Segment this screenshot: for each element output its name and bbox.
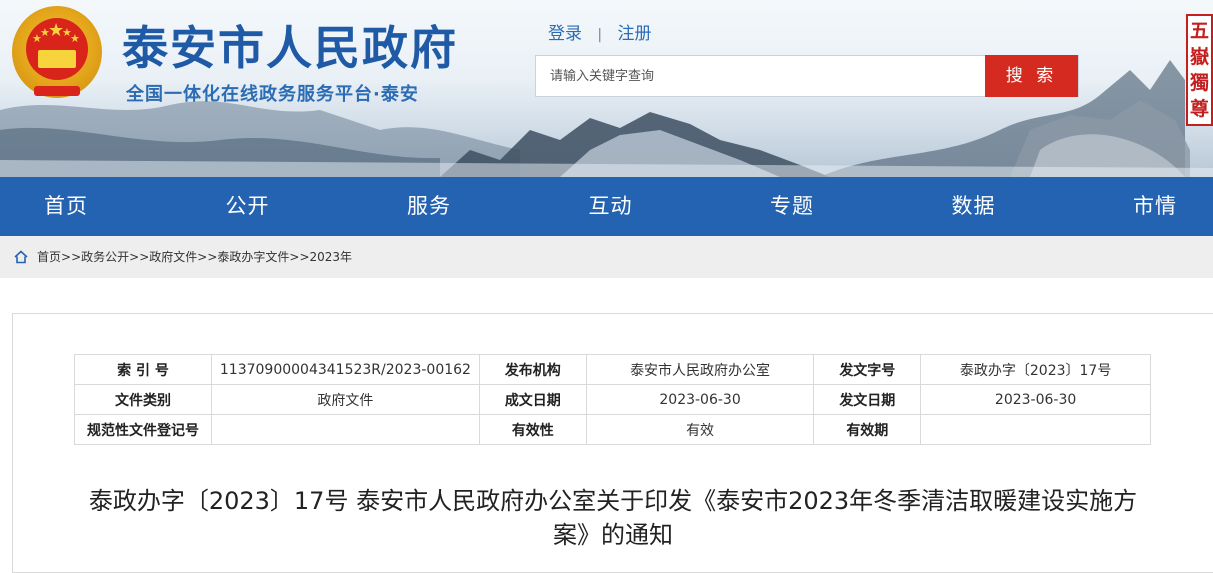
breadcrumb-office-documents[interactable]: 泰政办字文件 bbox=[217, 236, 289, 278]
meta-value-category: 政府文件 bbox=[210, 384, 480, 415]
meta-label-document-number: 发文字号 bbox=[813, 354, 922, 385]
meta-value-index-number: 11370900004341523R/2023-00162 bbox=[210, 354, 480, 385]
nav-item-public[interactable]: 公开 bbox=[226, 177, 270, 236]
search-input[interactable] bbox=[536, 56, 986, 96]
search-box: 搜 索 bbox=[535, 55, 1079, 97]
breadcrumb: 首页 >> 政务公开 >> 政府文件 >> 泰政办字文件 >> 2023年 bbox=[0, 236, 1213, 278]
meta-label-issue-date: 发文日期 bbox=[813, 384, 922, 415]
meta-label-registration-number: 规范性文件登记号 bbox=[74, 414, 212, 445]
meta-label-category: 文件类别 bbox=[74, 384, 212, 415]
breadcrumb-separator: >> bbox=[289, 250, 310, 264]
document-title: 泰政办字〔2023〕17号 泰安市人民政府办公室关于印发《泰安市2023年冬季清… bbox=[88, 487, 1138, 549]
nav-item-city-info[interactable]: 市情 bbox=[1133, 177, 1177, 236]
breadcrumb-separator: >> bbox=[197, 250, 218, 264]
nav-item-data[interactable]: 数据 bbox=[952, 177, 996, 236]
search-button[interactable]: 搜 索 bbox=[985, 55, 1078, 97]
document-meta-table: 索 引 号 11370900004341523R/2023-00162 发布机构… bbox=[74, 354, 1151, 445]
site-subtitle: 全国一体化在线政务服务平台·泰安 bbox=[126, 84, 419, 105]
nav-item-service[interactable]: 服务 bbox=[407, 177, 451, 236]
breadcrumb-year[interactable]: 2023年 bbox=[310, 236, 353, 278]
table-row: 索 引 号 11370900004341523R/2023-00162 发布机构… bbox=[74, 354, 1151, 385]
table-row: 文件类别 政府文件 成文日期 2023-06-30 发文日期 2023-06-3… bbox=[74, 384, 1151, 415]
breadcrumb-gov-documents[interactable]: 政府文件 bbox=[149, 236, 197, 278]
calligraphy-seal: 五嶽獨尊 bbox=[1186, 14, 1213, 126]
nav-item-topics[interactable]: 专题 bbox=[770, 177, 814, 236]
breadcrumb-gov-affairs[interactable]: 政务公开 bbox=[81, 236, 129, 278]
meta-value-registration-number bbox=[210, 414, 480, 445]
meta-value-validity: 有效 bbox=[585, 414, 815, 445]
register-link[interactable]: 注册 bbox=[618, 19, 652, 44]
home-icon bbox=[14, 250, 28, 264]
meta-label-written-date: 成文日期 bbox=[478, 384, 587, 415]
national-emblem-icon: ★ ★ ★ ★ ★ bbox=[12, 6, 102, 98]
auth-links: 登录 | 注册 bbox=[548, 19, 652, 44]
meta-label-index-number: 索 引 号 bbox=[74, 354, 212, 385]
meta-value-validity-period bbox=[920, 414, 1151, 445]
login-link[interactable]: 登录 bbox=[548, 19, 582, 44]
meta-value-written-date: 2023-06-30 bbox=[585, 384, 815, 415]
breadcrumb-separator: >> bbox=[61, 250, 82, 264]
meta-value-publisher: 泰安市人民政府办公室 bbox=[585, 354, 815, 385]
site-header: ★ ★ ★ ★ ★ 泰安市人民政府 全国一体化在线政务服务平台·泰安 登录 | … bbox=[0, 0, 1213, 177]
breadcrumb-separator: >> bbox=[129, 250, 150, 264]
site-title[interactable]: 泰安市人民政府 bbox=[122, 12, 458, 78]
nav-item-home[interactable]: 首页 bbox=[44, 177, 88, 236]
breadcrumb-home[interactable]: 首页 bbox=[37, 236, 61, 278]
nav-item-interaction[interactable]: 互动 bbox=[589, 177, 633, 236]
meta-label-validity-period: 有效期 bbox=[813, 414, 922, 445]
table-row: 规范性文件登记号 有效性 有效 有效期 bbox=[74, 414, 1151, 445]
meta-label-validity: 有效性 bbox=[478, 414, 587, 445]
auth-separator: | bbox=[597, 27, 603, 43]
meta-value-document-number: 泰政办字〔2023〕17号 bbox=[920, 354, 1151, 385]
document-panel: 索 引 号 11370900004341523R/2023-00162 发布机构… bbox=[12, 313, 1213, 573]
main-nav: 首页 公开 服务 互动 专题 数据 市情 bbox=[0, 177, 1213, 236]
meta-value-issue-date: 2023-06-30 bbox=[920, 384, 1151, 415]
meta-label-publisher: 发布机构 bbox=[478, 354, 587, 385]
